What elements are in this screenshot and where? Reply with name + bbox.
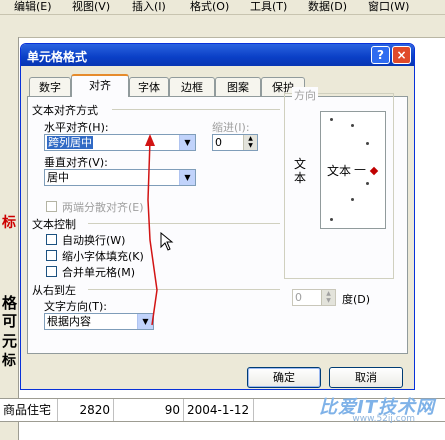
tab-border[interactable]: 边框 (169, 77, 215, 96)
background-cell-text: 标 (2, 215, 16, 231)
degrees-label: 度(D) (342, 293, 371, 306)
orientation-handle-icon[interactable] (369, 166, 379, 176)
row-header-column (0, 37, 19, 440)
chevron-down-icon[interactable]: ▼ (137, 314, 153, 329)
tab-number[interactable]: 数字 (29, 77, 71, 96)
vertical-align-label: 垂直对齐(V): (44, 156, 108, 169)
horizontal-text-sample: 文本 (327, 164, 352, 178)
menu-insert[interactable]: 插入(I) (132, 0, 166, 13)
spinner-arrows-icon[interactable]: ▲ ▼ (321, 290, 335, 305)
tab-font[interactable]: 字体 (129, 77, 169, 96)
mouse-cursor-icon (160, 232, 174, 251)
tab-alignment[interactable]: 对齐 (71, 74, 129, 97)
orientation-tick (366, 142, 369, 145)
indent-label: 缩进(I): (212, 121, 250, 134)
orientation-tick (330, 218, 333, 221)
justify-distributed-checkbox[interactable] (46, 201, 57, 212)
table-cell[interactable]: 商品住宅 (0, 399, 58, 421)
group-divider (112, 109, 280, 110)
table-cell[interactable]: 90 (114, 399, 184, 421)
merge-cells-label: 合并单元格(M) (62, 266, 136, 279)
menu-window[interactable]: 窗口(W) (368, 0, 409, 13)
tab-patterns[interactable]: 图案 (215, 77, 261, 96)
orientation-group-label: 方向 (292, 87, 318, 103)
indent-value: 0 (215, 136, 222, 149)
menu-edit[interactable]: 编辑(E) (14, 0, 52, 13)
orientation-tick (330, 118, 333, 121)
alignment-tab-panel: 文本对齐方式 水平对齐(H): 跨列居中 ▼ 缩进(I): 0 ▲ ▼ 垂直对齐(… (27, 87, 408, 354)
background-toolbar (0, 15, 445, 38)
orientation-tick (351, 124, 354, 127)
chevron-down-icon[interactable]: ▼ (179, 135, 195, 150)
text-direction-select[interactable]: 根据内容 ▼ (44, 313, 154, 330)
wrap-text-label: 自动换行(W) (62, 234, 126, 247)
text-alignment-group-label: 文本对齐方式 (32, 104, 98, 117)
orientation-tick (351, 198, 354, 201)
orientation-pointer-line: — (354, 162, 366, 176)
menu-format[interactable]: 格式(O) (190, 0, 229, 13)
menu-view[interactable]: 视图(V) (72, 0, 110, 13)
degrees-spinner[interactable]: 0 ▲ ▼ (292, 289, 336, 306)
table-cell[interactable]: 2820 (58, 399, 114, 421)
justify-distributed-label: 两端分散对齐(E) (62, 201, 144, 214)
horizontal-align-value: 跨列居中 (47, 136, 93, 149)
menu-bar: 编辑(E) 视图(V) 插入(I) 格式(O) 工具(T) 数据(D) 窗口(W… (0, 0, 445, 15)
group-divider (88, 223, 280, 224)
horizontal-align-label: 水平对齐(H): (44, 121, 109, 134)
help-button[interactable]: ? (371, 46, 390, 64)
shrink-to-fit-label: 缩小字体填充(K) (62, 250, 144, 263)
watermark-url: www.52ij.com (352, 414, 415, 424)
shrink-to-fit-checkbox[interactable] (46, 250, 57, 261)
ok-button[interactable]: 确定 (247, 367, 321, 388)
merge-cells-checkbox[interactable] (46, 266, 57, 277)
cancel-button[interactable]: 取消 (329, 367, 403, 388)
text-direction-label: 文字方向(T): (44, 300, 108, 313)
format-cells-dialog: 单元格格式 ? × 数字 对齐 字体 边框 图案 保护 文本对齐方式 水平对齐(… (20, 43, 415, 390)
menu-tools[interactable]: 工具(T) (250, 0, 287, 13)
right-to-left-group-label: 从右到左 (32, 284, 76, 297)
menu-data[interactable]: 数据(D) (308, 0, 347, 13)
chevron-down-icon[interactable]: ▼ (179, 170, 195, 185)
degrees-value: 0 (295, 291, 302, 304)
dialog-title-bar[interactable]: 单元格格式 ? × (21, 44, 414, 66)
orientation-tick (366, 182, 369, 185)
vertical-align-value: 居中 (47, 171, 69, 184)
horizontal-align-select[interactable]: 跨列居中 ▼ (44, 134, 196, 151)
background-cell-text: 可 (2, 312, 18, 330)
vertical-text-option[interactable]: 文本 (294, 157, 308, 185)
orientation-dial[interactable]: 文本 — (320, 111, 386, 229)
background-cell-text: 元 (2, 332, 18, 350)
text-control-group-label: 文本控制 (32, 218, 76, 231)
background-cell-text: 标 (2, 353, 16, 369)
text-direction-value: 根据内容 (47, 315, 91, 328)
group-divider (88, 289, 280, 290)
indent-spinner[interactable]: 0 ▲ ▼ (212, 134, 258, 151)
dialog-title: 单元格格式 (27, 50, 88, 64)
wrap-text-checkbox[interactable] (46, 234, 57, 245)
close-button[interactable]: × (392, 46, 411, 64)
table-cell[interactable]: 2004-1-12 (184, 399, 254, 421)
spinner-arrows-icon[interactable]: ▲ ▼ (243, 135, 257, 150)
vertical-align-select[interactable]: 居中 ▼ (44, 169, 196, 186)
